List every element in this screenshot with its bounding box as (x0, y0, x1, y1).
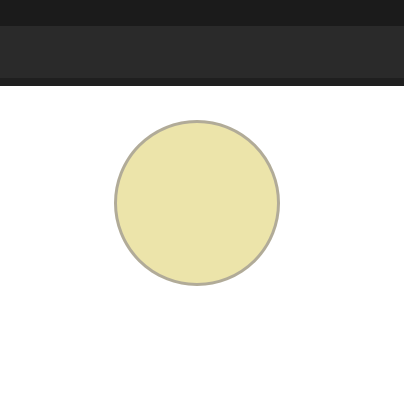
toolbar-divider (0, 78, 404, 86)
toolbar (0, 26, 404, 78)
circle-shape[interactable] (114, 120, 280, 286)
title-bar (0, 0, 404, 26)
